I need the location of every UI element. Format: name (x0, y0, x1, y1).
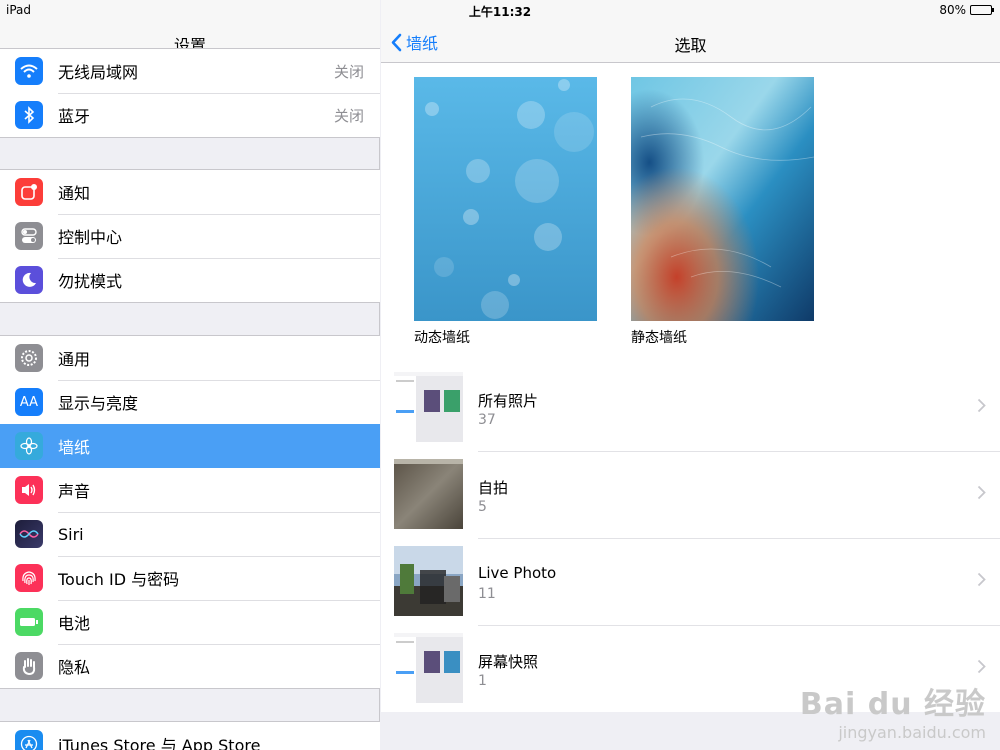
battery-indicator: 80% (939, 3, 994, 17)
wifi-icon (15, 57, 43, 85)
bluetooth-icon (15, 101, 43, 129)
watermark-url: jingyan.baidu.com (838, 723, 986, 742)
settings-item-wallpaper[interactable]: 墙纸 (0, 424, 380, 468)
settings-item-label: 无线局域网 (58, 63, 139, 82)
settings-item-siri[interactable]: Siri (0, 512, 380, 556)
album-thumbnail (394, 633, 463, 703)
settings-item-value: 关闭 (333, 62, 364, 81)
chevron-right-icon (977, 398, 986, 413)
gear-icon (15, 344, 43, 372)
settings-group-store: iTunes Store 与 App Store (0, 721, 380, 750)
settings-group-connectivity: 无线局域网 关闭 蓝牙 关闭 (0, 48, 380, 138)
chevron-right-icon (977, 659, 986, 674)
settings-sidebar: 设置 无线局域网 关闭 蓝牙 关闭 通知 控制中心 勿扰模式 通用 AA 显示与… (0, 0, 380, 750)
chevron-right-icon (977, 485, 986, 500)
settings-item-touch-id[interactable]: Touch ID 与密码 (0, 556, 380, 600)
wallpaper-caption: 动态墙纸 (414, 330, 470, 346)
album-count: 11 (478, 586, 496, 602)
album-thumbnail (394, 459, 463, 529)
album-name: 屏幕快照 (478, 653, 539, 671)
settings-item-sounds[interactable]: 声音 (0, 468, 380, 512)
settings-item-label: 蓝牙 (58, 107, 91, 126)
screen: iPad 上午11:32 80% 设置 无线局域网 关闭 蓝牙 关闭 通知 控制… (0, 0, 1000, 750)
watermark-logo-text: Bai du 经验 (799, 687, 986, 722)
settings-item-itunes-app-store[interactable]: iTunes Store 与 App Store (0, 722, 380, 750)
moon-icon (15, 266, 43, 294)
still-wallpaper-tile[interactable]: 静态墙纸 (631, 77, 814, 347)
album-all-photos[interactable]: 所有照片 37 (381, 364, 1000, 451)
settings-item-label: 隐私 (58, 658, 91, 677)
chevron-right-icon (977, 572, 986, 587)
wallpaper-icon (15, 432, 43, 460)
settings-item-label: iTunes Store 与 App Store (58, 736, 261, 750)
settings-item-label: 墙纸 (58, 438, 91, 457)
battery-percent: 80% (939, 3, 966, 17)
settings-item-label: 勿扰模式 (58, 272, 123, 291)
choose-wallpaper-list: 动态墙纸 静态墙纸 所有照片 37 自拍 5 Live Photo 11 屏幕快… (381, 63, 1000, 712)
album-selfies[interactable]: 自拍 5 (381, 451, 1000, 538)
settings-item-control-center[interactable]: 控制中心 (0, 214, 380, 258)
clock: 上午11:32 (468, 5, 532, 19)
detail-pane: 墙纸 选取 动态墙纸 静态墙纸 所有照片 37 自拍 5 Live Photo … (381, 0, 1000, 750)
album-live-photos[interactable]: Live Photo 11 (381, 538, 1000, 625)
settings-item-label: 控制中心 (58, 228, 123, 247)
control-center-icon (15, 222, 43, 250)
fingerprint-icon (15, 564, 43, 592)
settings-item-label: 声音 (58, 482, 91, 501)
album-name: 所有照片 (478, 392, 539, 410)
app-store-icon (15, 730, 43, 750)
settings-item-value: 关闭 (333, 106, 364, 125)
settings-item-label: Touch ID 与密码 (58, 570, 180, 589)
settings-item-notifications[interactable]: 通知 (0, 170, 380, 214)
album-name: Live Photo (478, 564, 557, 582)
hand-icon (15, 652, 43, 680)
settings-item-label: 电池 (58, 614, 91, 633)
notifications-icon (15, 178, 43, 206)
album-thumbnail (394, 372, 463, 442)
detail-title: 选取 (674, 36, 707, 55)
still-wallpaper-thumbnail (631, 77, 814, 321)
settings-item-label: Siri (58, 524, 84, 544)
settings-item-privacy[interactable]: 隐私 (0, 644, 380, 688)
album-name: 自拍 (478, 479, 509, 497)
battery-icon (15, 608, 43, 636)
settings-item-general[interactable]: 通用 (0, 336, 380, 380)
status-bar: iPad 上午11:32 80% (0, 0, 1000, 20)
settings-item-label: 显示与亮度 (58, 394, 139, 413)
settings-item-wifi[interactable]: 无线局域网 关闭 (0, 49, 380, 93)
settings-group-device: 通用 AA 显示与亮度 墙纸 声音 Siri Touch ID 与密码 电池 隐… (0, 335, 380, 689)
album-thumbnail (394, 546, 463, 616)
wallpaper-caption: 静态墙纸 (631, 330, 687, 346)
settings-item-label: 通知 (58, 184, 91, 203)
album-count: 1 (478, 673, 487, 689)
dynamic-wallpaper-tile[interactable]: 动态墙纸 (414, 77, 597, 347)
album-count: 37 (478, 412, 496, 428)
siri-icon (15, 520, 43, 548)
display-brightness-icon: AA (15, 388, 43, 416)
dynamic-wallpaper-thumbnail (414, 77, 597, 321)
settings-item-battery[interactable]: 电池 (0, 600, 380, 644)
settings-item-bluetooth[interactable]: 蓝牙 关闭 (0, 93, 380, 137)
speaker-icon (15, 476, 43, 504)
settings-item-label: 通用 (58, 350, 91, 369)
settings-group-system: 通知 控制中心 勿扰模式 (0, 169, 380, 303)
baidu-jingyan-watermark: Bai du 经验 jingyan.baidu.com (800, 679, 986, 742)
album-count: 5 (478, 499, 487, 515)
battery-status-icon (970, 5, 994, 15)
settings-item-display-brightness[interactable]: AA 显示与亮度 (0, 380, 380, 424)
settings-item-do-not-disturb[interactable]: 勿扰模式 (0, 258, 380, 302)
